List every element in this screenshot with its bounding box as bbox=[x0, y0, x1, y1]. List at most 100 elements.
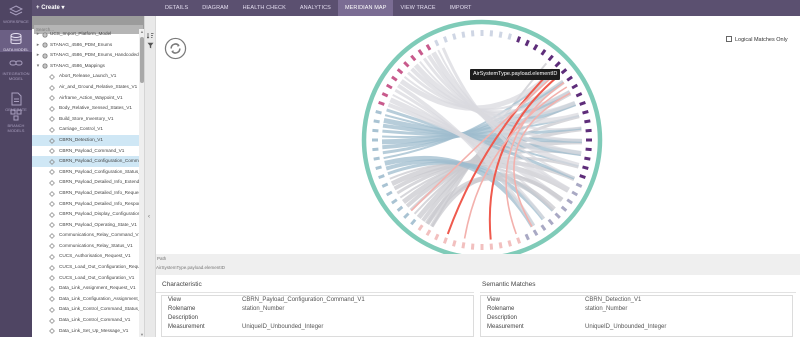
panel-splitter[interactable]: ‹ bbox=[145, 16, 156, 337]
chord-segment[interactable] bbox=[524, 233, 530, 241]
chord-segment[interactable] bbox=[584, 119, 591, 124]
tab-analytics[interactable]: ANALYTICS bbox=[293, 0, 338, 16]
tree-item[interactable]: Communications_Relay_Status_V1 bbox=[32, 241, 139, 252]
chord-segment[interactable] bbox=[571, 83, 579, 90]
chord-segment[interactable] bbox=[575, 182, 583, 188]
chord-segment[interactable] bbox=[507, 33, 512, 40]
tab-meridian-map[interactable]: MERIDIAN MAP bbox=[337, 0, 394, 16]
tree-item[interactable]: CUCS_Load_Out_Configuration_Request_V1 bbox=[32, 262, 139, 273]
tree-item[interactable]: ▸ STANAG_4586_PDM_Enums_Handcoded bbox=[32, 50, 139, 61]
chord-segment[interactable] bbox=[540, 224, 547, 231]
tab-details[interactable]: DETAILS bbox=[158, 0, 195, 16]
chord-segment[interactable] bbox=[560, 205, 568, 212]
expand-arrow-icon[interactable]: ▸ bbox=[35, 29, 41, 40]
rail-item-data-model[interactable]: DATA MODEL bbox=[0, 30, 32, 52]
chord-segment[interactable] bbox=[391, 198, 398, 205]
chord-segment[interactable] bbox=[372, 128, 379, 133]
tree-item[interactable]: ▾ STANAG_4586_Mappings bbox=[32, 61, 139, 72]
tree-item[interactable]: CUCS_Authorisation_Request_V1 bbox=[32, 251, 139, 262]
tree-scroll-thumb[interactable] bbox=[140, 37, 144, 83]
chord-segment[interactable] bbox=[442, 36, 448, 43]
chord-segment[interactable] bbox=[373, 156, 380, 161]
chord-segment[interactable] bbox=[547, 218, 554, 226]
tree-item[interactable]: CBRN_Payload_Display_Configuration_V1 bbox=[32, 209, 139, 220]
chord-segment[interactable] bbox=[532, 43, 539, 51]
chord-segment[interactable] bbox=[571, 190, 579, 197]
chord-segment[interactable] bbox=[584, 156, 591, 161]
chord-segment[interactable] bbox=[582, 110, 589, 115]
chord-segment[interactable] bbox=[410, 54, 417, 62]
collapse-arrow-icon[interactable]: ▾ bbox=[35, 61, 41, 72]
chord-segment[interactable] bbox=[532, 229, 539, 237]
chord-segment[interactable] bbox=[403, 212, 410, 219]
chord-segment[interactable] bbox=[579, 174, 586, 180]
tree-item[interactable]: Carriage_Control_V1 bbox=[32, 124, 139, 135]
tree-item[interactable]: Data_Link_Configuration_Assignment_V1 bbox=[32, 294, 139, 305]
tree-item[interactable]: CBRN_Payload_Command_V1 bbox=[32, 146, 139, 157]
tree-item[interactable]: CBRN_Detection_V1 bbox=[32, 134, 139, 146]
collapse-panel-icon[interactable]: ‹ bbox=[148, 214, 150, 220]
tree-item[interactable]: CBRN_Payload_Configuration_Status_V1 bbox=[32, 167, 139, 178]
tab-diagram[interactable]: DIAGRAM bbox=[195, 0, 235, 16]
chord-segment[interactable] bbox=[373, 119, 380, 124]
tree-item[interactable]: CBRN_Payload_Detailed_Info_Response_V1 bbox=[32, 199, 139, 210]
tree-item[interactable]: Data_Link_Control_Command_V1 bbox=[32, 315, 139, 326]
chord-segment[interactable] bbox=[566, 75, 573, 82]
chord-segment[interactable] bbox=[560, 68, 568, 75]
chord-segment[interactable] bbox=[381, 92, 389, 98]
chord-segment[interactable] bbox=[489, 30, 494, 37]
chord-segment[interactable] bbox=[410, 218, 417, 226]
tree-item[interactable]: Air_and_Ground_Relative_States_V1 bbox=[32, 82, 139, 93]
tree-item[interactable]: Body_Relative_Sensed_States_V1 bbox=[32, 103, 139, 114]
chord-segment[interactable] bbox=[582, 165, 589, 170]
chord-segment[interactable] bbox=[461, 31, 466, 38]
chord-segment[interactable] bbox=[547, 54, 554, 62]
tree-item[interactable]: ▸ STANAG_4586_PDM_Enums bbox=[32, 40, 139, 51]
chord-segment[interactable] bbox=[498, 31, 503, 38]
tree-item[interactable]: Data_Link_Control_Command_Status_V1 bbox=[32, 304, 139, 315]
chord-segment[interactable] bbox=[396, 205, 404, 212]
chord-segment[interactable] bbox=[540, 49, 547, 56]
tree-item[interactable]: Data_Link_Assignment_Request_V1 bbox=[32, 283, 139, 294]
chord-segment[interactable] bbox=[375, 165, 382, 170]
tab-import[interactable]: IMPORT bbox=[443, 0, 479, 16]
chord-segment[interactable] bbox=[575, 92, 583, 98]
tree-item[interactable]: CBRN_Payload_Configuration_Command_V1 bbox=[32, 156, 139, 167]
chord-segment[interactable] bbox=[425, 43, 432, 51]
tree-item[interactable]: CBRN_Payload_Detailed_Info_Request_V1 bbox=[32, 188, 139, 199]
chord-segment[interactable] bbox=[566, 198, 573, 205]
chord-segment[interactable] bbox=[434, 233, 440, 241]
expand-arrow-icon[interactable]: ▸ bbox=[35, 40, 41, 51]
filter-icon[interactable] bbox=[147, 42, 154, 49]
chord-segment[interactable] bbox=[385, 190, 393, 197]
chord-segment[interactable] bbox=[417, 224, 424, 231]
rail-item-branch-models[interactable]: BRANCH MODELS bbox=[0, 108, 32, 138]
tree-item[interactable]: Airframe_Action_Waypoint_V1 bbox=[32, 93, 139, 104]
chord-segment[interactable] bbox=[579, 100, 586, 106]
chord-segment[interactable] bbox=[425, 229, 432, 237]
tab-health-check[interactable]: HEALTH CHECK bbox=[236, 0, 293, 16]
rail-item-integration-model[interactable]: INTEGRATION MODEL bbox=[0, 56, 32, 88]
chord-segment[interactable] bbox=[516, 36, 522, 43]
chord-segment[interactable] bbox=[507, 240, 512, 247]
tree-item[interactable]: CBRN_Payload_Detailed_Info_Extended_V1 bbox=[32, 177, 139, 188]
tab-view-trace[interactable]: VIEW TRACE bbox=[393, 0, 442, 16]
chord-segment[interactable] bbox=[378, 100, 385, 106]
chord-segment[interactable] bbox=[585, 147, 592, 152]
chord-segment[interactable] bbox=[524, 39, 530, 47]
create-button[interactable]: + Create ▾ bbox=[36, 3, 65, 13]
chord-segment[interactable] bbox=[498, 242, 503, 249]
chord-segment[interactable] bbox=[452, 240, 457, 247]
tree-item[interactable]: Abort_Release_Launch_V1 bbox=[32, 71, 139, 82]
chord-segment[interactable] bbox=[378, 174, 385, 180]
tree-item[interactable]: Data_Link_Set_Up_Message_V1 bbox=[32, 326, 139, 337]
tree-item[interactable]: CBRN_Payload_Operating_State_V1 bbox=[32, 220, 139, 231]
chord-segment[interactable] bbox=[385, 83, 393, 90]
chord-segment[interactable] bbox=[516, 237, 522, 244]
chord-segment[interactable] bbox=[461, 242, 466, 249]
chord-segment[interactable] bbox=[434, 39, 440, 47]
chord-segment[interactable] bbox=[403, 61, 410, 68]
chord-segment[interactable] bbox=[372, 147, 379, 152]
chord-segment[interactable] bbox=[381, 182, 389, 188]
rail-item-workspace[interactable]: WORKSPACE bbox=[0, 4, 32, 28]
